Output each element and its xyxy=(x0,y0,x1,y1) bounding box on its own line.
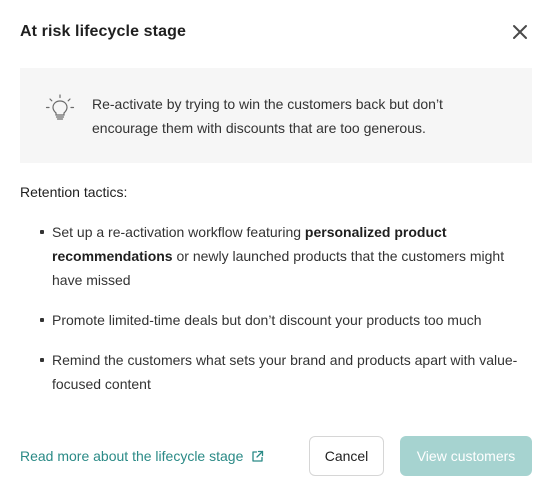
lightbulb-icon xyxy=(45,94,75,120)
close-button[interactable] xyxy=(508,20,532,44)
tactics-list: Set up a re-activation workflow featurin… xyxy=(20,220,532,412)
read-more-label: Read more about the lifecycle stage xyxy=(20,448,244,464)
tip-panel: Re-activate by trying to win the custome… xyxy=(20,68,532,163)
tactic-text: Promote limited-time deals but don’t dis… xyxy=(52,312,482,328)
tactic-text: Remind the customers what sets your bran… xyxy=(52,352,518,392)
tactic-text: Set up a re-activation workflow featurin… xyxy=(52,224,305,240)
list-item: Set up a re-activation workflow featurin… xyxy=(20,220,532,292)
external-link-icon xyxy=(252,450,264,462)
dialog-title: At risk lifecycle stage xyxy=(20,23,186,40)
dialog-header: At risk lifecycle stage xyxy=(20,20,532,44)
list-item: Remind the customers what sets your bran… xyxy=(20,348,532,396)
lifecycle-stage-dialog: At risk lifecycle stage Re-activate by t… xyxy=(0,0,552,497)
close-icon xyxy=(513,25,527,39)
dialog-footer: Read more about the lifecycle stage Canc… xyxy=(20,436,532,476)
retention-tactics-label: Retention tactics: xyxy=(20,184,128,200)
list-item: Promote limited-time deals but don’t dis… xyxy=(20,308,532,332)
read-more-link[interactable]: Read more about the lifecycle stage xyxy=(20,448,264,464)
cancel-button[interactable]: Cancel xyxy=(309,436,384,476)
view-customers-button[interactable]: View customers xyxy=(400,436,532,476)
tip-text: Re-activate by trying to win the custome… xyxy=(92,96,443,136)
